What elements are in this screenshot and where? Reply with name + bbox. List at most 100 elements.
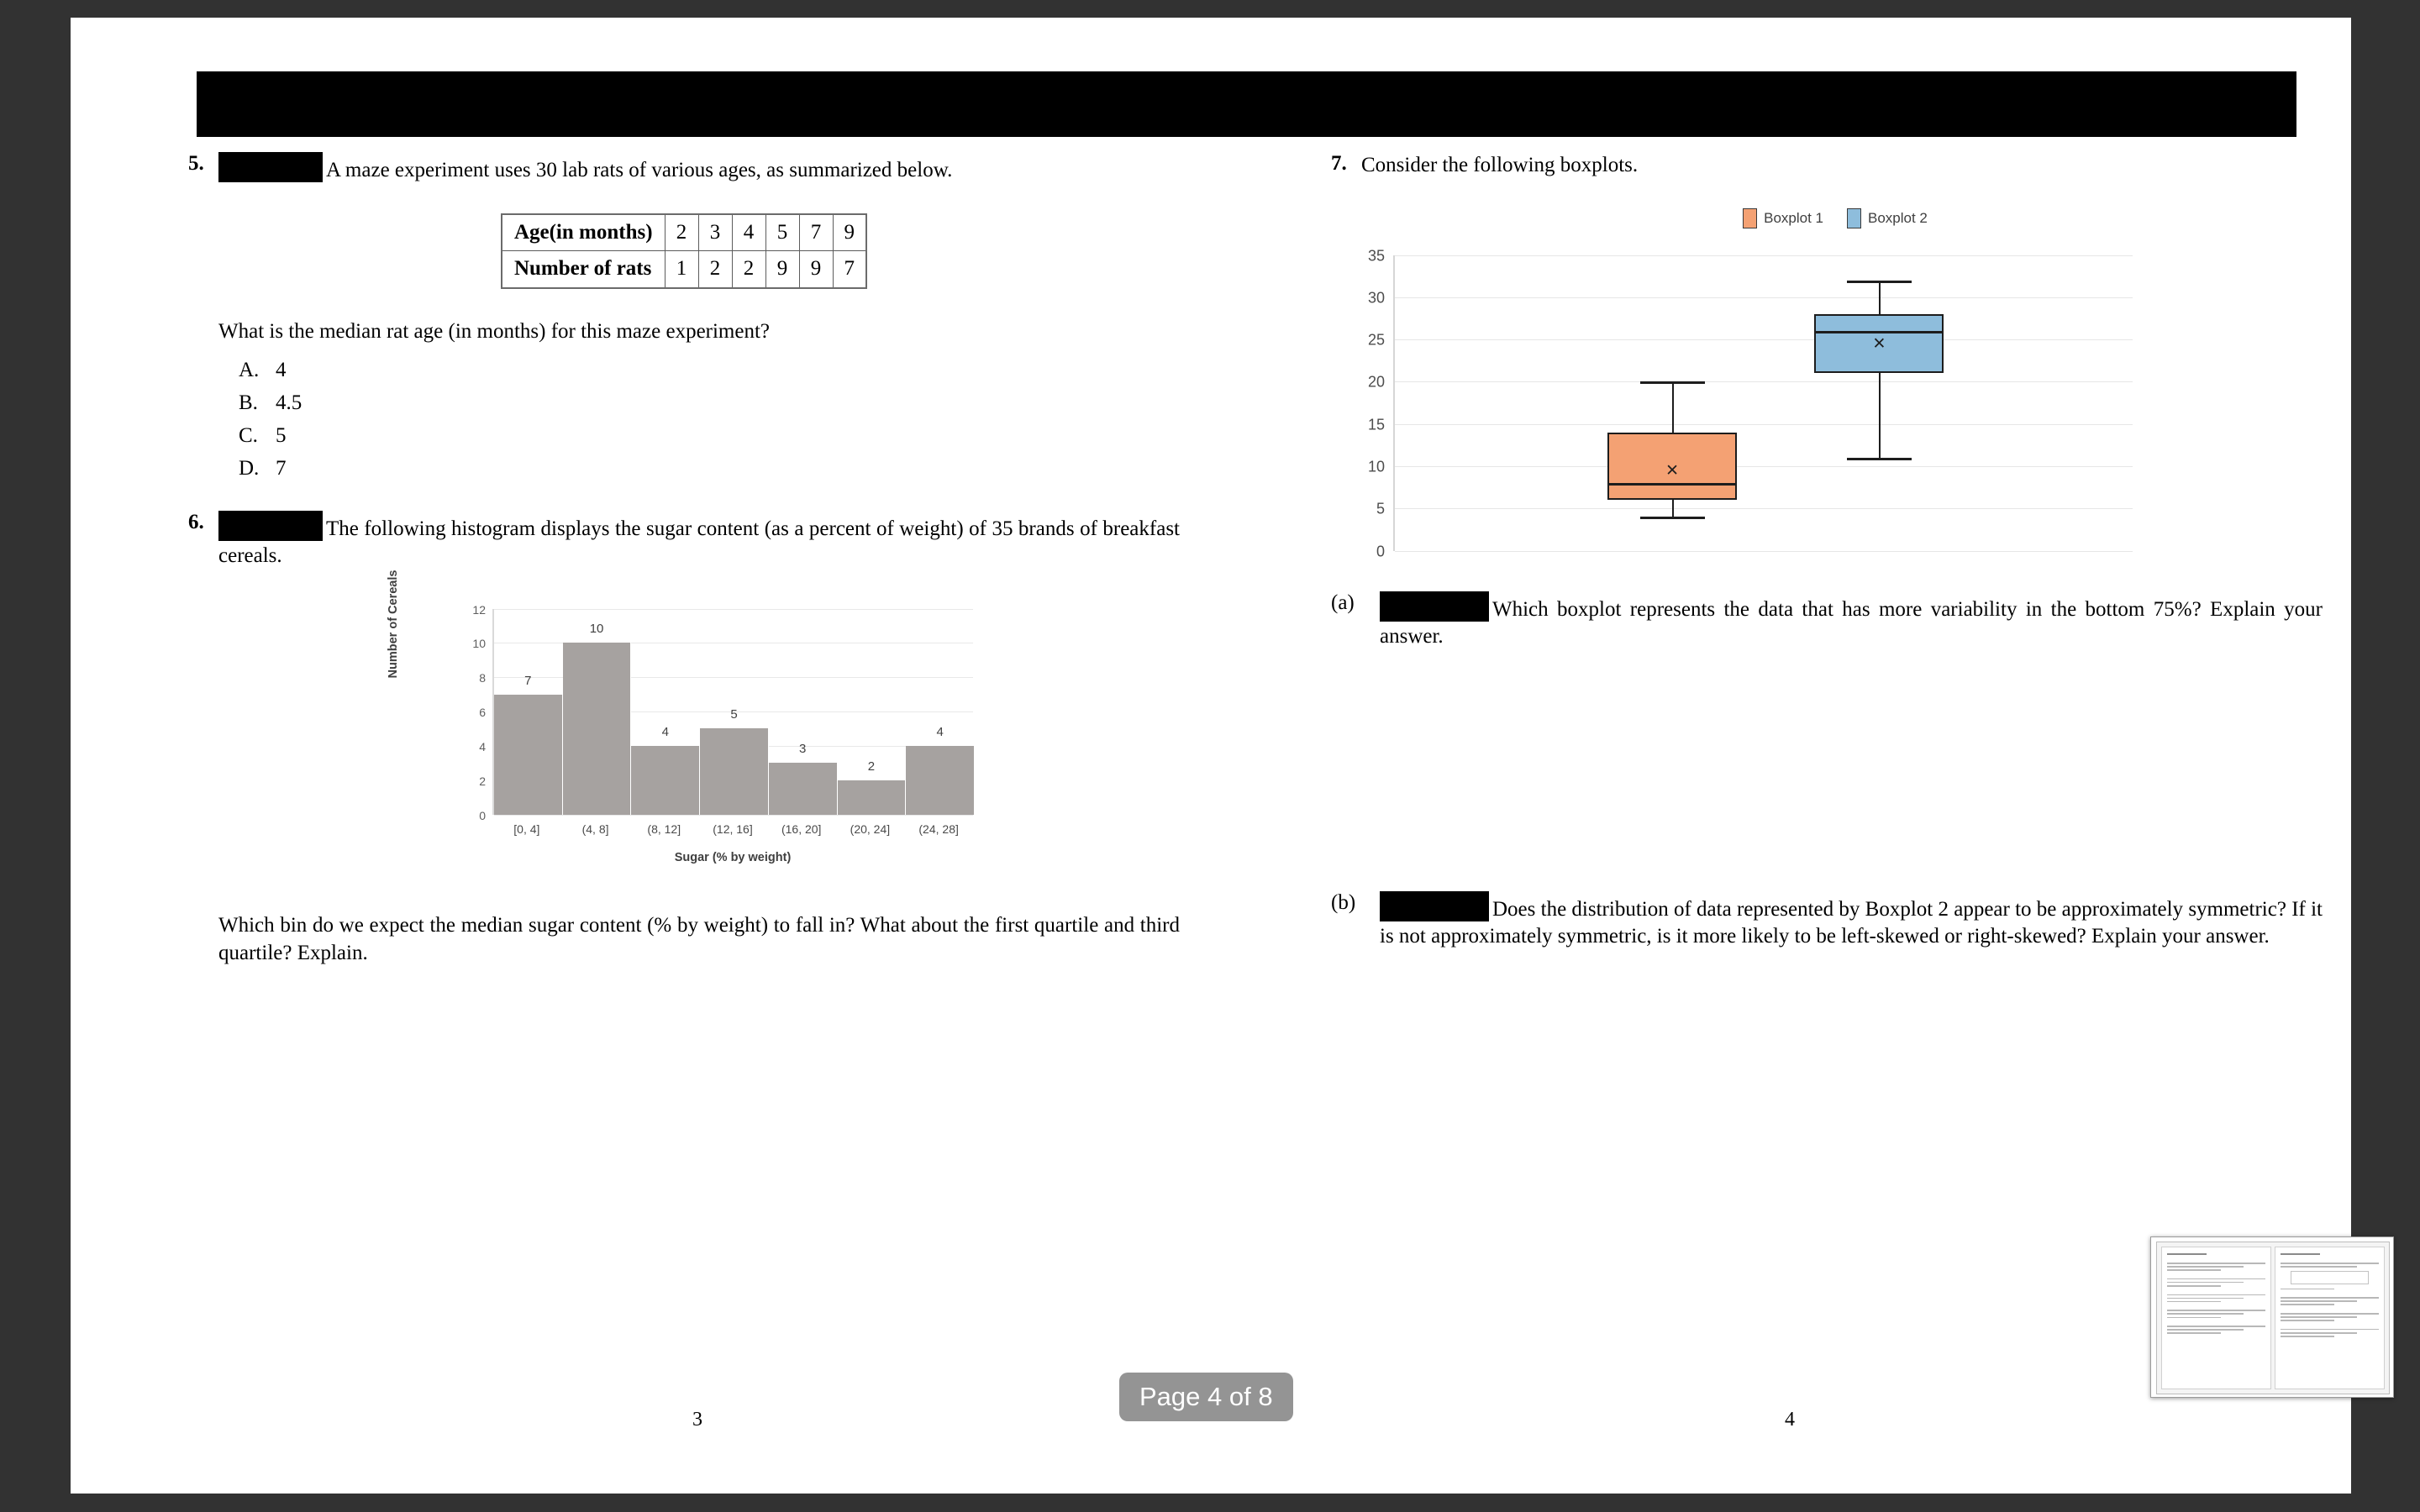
question-7-prompt: Consider the following boxplots. [1361,154,1639,176]
question-7: 7. Consider the following boxplots. Boxp… [1331,152,2323,951]
boxplot-series-2: × [1814,255,1944,551]
histogram-gridline: 12 [472,603,973,617]
table-row: Age(in months) 2 3 4 5 7 9 [501,213,867,251]
sugar-histogram-chart: Number of Cereals 0 2 4 6 8 10 12 7 10 4 5 3 2 4 Suga… [387,570,1003,886]
age-cell-5: 9 [832,213,867,251]
pdf-viewer[interactable]: 5. A maze experiment uses 30 lab rats of… [0,0,2420,1512]
histogram-bar-1: 10 [562,622,632,815]
age-cell-3: 5 [765,213,800,251]
histogram-bar-value-6: 4 [936,724,944,739]
histogram-y-tick-10: 10 [472,637,486,651]
boxplot-gridline: 25 [1368,332,2133,349]
part-a-body: Which boxplot represents the data that h… [1380,591,2323,651]
question-7-part-a: (a) Which boxplot represents the data th… [1331,591,2323,651]
boxplot-y-tick-20: 20 [1367,373,1385,391]
boxplot-y-tick-10: 10 [1367,458,1385,475]
folio-right: 4 [1785,1409,1795,1431]
part-a-answer-space[interactable] [1331,654,2323,891]
choice-a-label: A. [239,358,260,381]
histogram-y-tick-2: 2 [479,774,486,788]
choice-b-label: B. [239,391,258,414]
boxplot-mean-marker-1: × [1665,458,1679,482]
header-redaction-bar [197,71,2296,137]
boxplot-min-cap-1 [1639,517,1705,520]
boxplot-series-1: × [1607,255,1737,551]
question-5: 5. A maze experiment uses 30 lab rats of… [188,152,1180,480]
boxplot-median-line-1 [1607,483,1737,486]
histogram-y-tick-0: 0 [479,808,486,822]
boxplot-min-cap-2 [1846,457,1912,460]
count-cell-4: 9 [798,250,834,288]
page-thumbnail-preview[interactable] [2150,1236,2394,1398]
question-6: 6. The following histogram displays the … [188,510,1180,967]
count-cell-3: 9 [765,250,800,288]
boxplot-gridline: 5 [1376,501,2133,517]
question-6-prompt-text: The following histogram displays the sug… [218,517,1180,568]
right-column: 7. Consider the following boxplots. Boxp… [1331,152,2323,954]
boxplot-legend: Boxplot 1 Boxplot 2 [1339,207,2331,228]
question-5-number: 5. [188,152,204,175]
age-cell-2: 4 [731,213,766,251]
histogram-y-tick-4: 4 [479,739,486,753]
choice-b-text: 4.5 [276,391,302,414]
question-7-number: 7. [1331,152,1347,175]
histogram-bar-2: 4 [631,725,701,815]
histogram-y-axis-title: Number of Cereals [387,570,400,678]
histogram-bar-6: 4 [906,725,975,815]
histogram-y-tick-6: 6 [479,706,486,719]
count-cell-1: 2 [697,250,733,288]
boxplot-gridline: 15 [1368,416,2133,433]
question-6-follow-up: Which bin do we expect the median sugar … [218,913,1180,964]
part-a-label: (a) [1331,591,1355,614]
histogram-bar-0: 7 [494,674,563,815]
boxplot-upper-whisker-2 [1879,280,1881,314]
histogram-x-tick-6: (24, 28] [918,822,959,836]
choice-d[interactable]: D. 7 [239,457,1180,480]
row-header-count: Number of rats [501,250,666,288]
choice-c[interactable]: C. 5 [239,424,1180,448]
histogram-plot-area: 0 2 4 6 8 10 12 7 10 4 5 3 2 4 [472,603,975,822]
age-cell-0: 2 [664,213,699,251]
choice-b[interactable]: B. 4.5 [239,391,1180,415]
histogram-y-tick-8: 8 [479,671,486,685]
boxplot-y-tick-15: 15 [1367,416,1385,433]
thumbnail-page-right [2275,1247,2385,1389]
histogram-gridline: 0 [479,809,973,822]
boxplot-y-tick-5: 5 [1376,500,1385,517]
part-a-text: Which boxplot represents the data that h… [1380,597,2323,648]
choice-c-label: C. [239,423,258,447]
boxplot-gridline: 30 [1368,289,2133,306]
left-column: 5. A maze experiment uses 30 lab rats of… [188,152,1180,970]
boxplot-max-cap-2 [1846,280,1912,283]
part-b-body: Does the distribution of data represente… [1380,890,2323,951]
histogram-bar-value-1: 10 [589,622,604,637]
document-page: 5. A maze experiment uses 30 lab rats of… [71,18,2351,1494]
legend-entry-boxplot-2: Boxplot 2 [1847,207,1928,228]
question-5-choices: A. 4 B. 4.5 C. 5 D. 7 [239,359,1180,480]
boxplot-lower-whisker-1 [1672,500,1674,517]
question-6-redaction [218,510,323,541]
question-5-redaction [218,152,323,182]
histogram-x-axis-title: Sugar (% by weight) [674,850,792,864]
legend-label-boxplot-1: Boxplot 1 [1764,209,1823,226]
boxplot-gridline: 10 [1368,458,2133,475]
legend-swatch-boxplot-2 [1847,207,1861,228]
choice-a-text: 4 [276,358,287,381]
table-row: Number of rats 1 2 2 9 9 7 [501,250,867,288]
boxplot-y-tick-30: 30 [1367,289,1385,307]
choice-c-text: 5 [276,423,287,447]
rats-table-wrapper: Age(in months) 2 3 4 5 7 9 Number of rat… [188,213,1180,289]
row-header-age: Age(in months) [501,213,666,251]
thumbnail-page-left [2161,1247,2271,1389]
choice-d-label: D. [239,456,260,480]
question-5-prompt-text: A maze experiment uses 30 lab rats of va… [326,159,953,181]
thumbnail-spread [2156,1242,2390,1394]
boxplot-gridline: 35 [1368,247,2133,264]
histogram-bar-value-0: 7 [524,673,532,688]
choice-a[interactable]: A. 4 [239,359,1180,382]
age-cell-4: 7 [798,213,834,251]
count-cell-0: 1 [664,250,699,288]
question-7-part-b: (b) Does the distribution of data repres… [1331,890,2323,951]
histogram-bar-value-4: 3 [799,742,807,757]
comparison-boxplots-chart: Boxplot 1 Boxplot 2 0 5 10 15 20 25 30 35 × × [1339,207,2331,561]
